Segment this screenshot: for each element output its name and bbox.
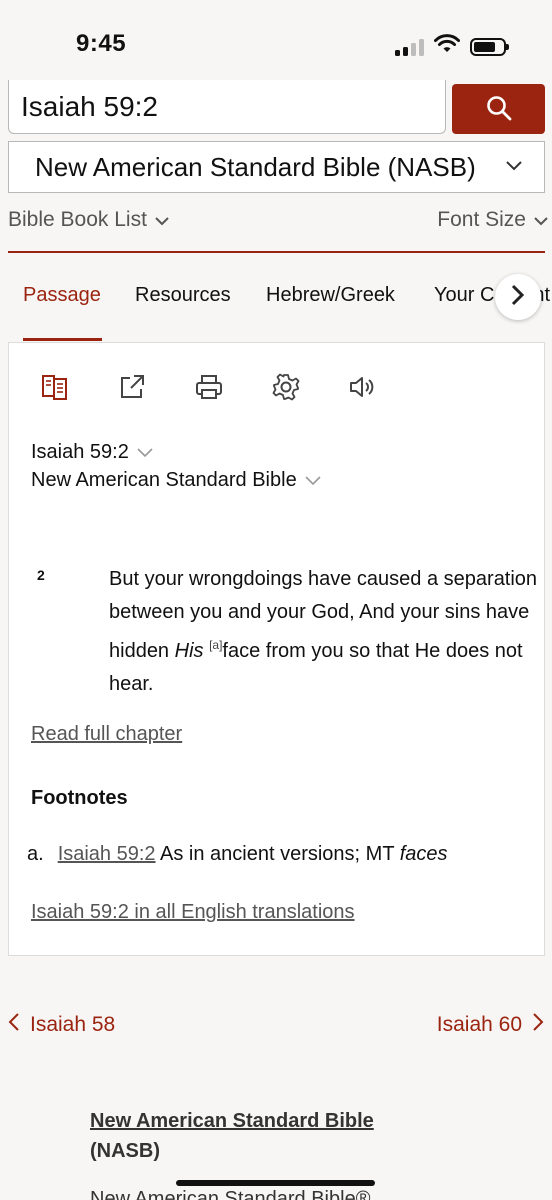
share-icon[interactable] <box>116 371 148 403</box>
toolbar-row: Bible Book List Font Size <box>8 204 548 236</box>
passage-reference: Isaiah 59:2 <box>31 441 129 463</box>
chevron-down-icon <box>305 469 321 492</box>
chevron-down-icon <box>155 208 169 232</box>
previous-chapter-label: Isaiah 58 <box>30 1013 116 1036</box>
passage-version: New American Standard Bible <box>31 469 297 491</box>
settings-icon[interactable] <box>270 371 302 403</box>
font-size-toggle[interactable]: Font Size <box>437 208 548 232</box>
footer-copyright: New American Standard Bible® <box>90 1188 371 1200</box>
chevron-down-icon <box>506 158 522 176</box>
battery-icon <box>470 37 509 56</box>
search-input[interactable] <box>8 80 446 134</box>
chevron-right-icon <box>532 1012 544 1038</box>
footer-version-abbr: (NASB) <box>90 1140 160 1162</box>
version-select[interactable]: New American Standard Bible (NASB) <box>8 141 545 193</box>
verse-text-italic: His <box>174 640 204 662</box>
search-icon <box>485 94 513 125</box>
passage-tools <box>39 371 379 403</box>
footnote-ref-link[interactable]: Isaiah 59:2 <box>58 843 156 865</box>
audio-icon[interactable] <box>347 371 379 403</box>
footer-version-link[interactable]: New American Standard Bible <box>90 1110 374 1133</box>
wifi-icon <box>434 34 460 59</box>
next-chapter-link[interactable]: Isaiah 60 <box>437 1012 544 1038</box>
home-indicator[interactable] <box>176 1180 375 1186</box>
footnote-item: a. Isaiah 59:2 As in ancient versions; M… <box>27 843 448 866</box>
status-time: 9:45 <box>76 30 127 57</box>
chevron-down-icon <box>534 208 548 232</box>
footnote-italic: faces <box>399 843 448 865</box>
footnote-letter: a. <box>27 843 44 865</box>
tab-passage[interactable]: Passage <box>23 284 101 307</box>
chevron-right-icon <box>511 284 525 311</box>
previous-chapter-link[interactable]: Isaiah 58 <box>8 1012 115 1038</box>
passage-card: Isaiah 59:2 New American Standard Bible … <box>8 342 545 956</box>
all-translations-link[interactable]: Isaiah 59:2 in all English translations <box>31 901 355 924</box>
active-tab-indicator <box>23 338 102 341</box>
next-chapter-label: Isaiah 60 <box>436 1013 522 1036</box>
chevron-left-icon <box>8 1012 20 1038</box>
verse-number: 2 <box>37 567 45 583</box>
version-select-label: New American Standard Bible (NASB) <box>35 151 476 182</box>
search-button[interactable] <box>452 84 545 134</box>
divider <box>8 251 545 253</box>
verse-text: But your wrongdoings have caused a separ… <box>109 563 539 701</box>
tab-bar: Passage Resources Hebrew/Greek Your Cont… <box>0 270 552 342</box>
footnotes-heading: Footnotes <box>31 787 128 809</box>
version-selector[interactable]: New American Standard Bible <box>31 469 321 492</box>
status-bar: 9:45 <box>0 0 552 86</box>
reference-selector[interactable]: Isaiah 59:2 <box>31 441 153 464</box>
print-icon[interactable] <box>193 371 225 403</box>
bible-book-list-toggle[interactable]: Bible Book List <box>8 208 169 232</box>
tab-resources[interactable]: Resources <box>135 284 231 307</box>
bible-book-list-label: Bible Book List <box>8 208 147 231</box>
footnote-marker-link[interactable]: [a] <box>209 638 222 652</box>
chevron-down-icon <box>137 441 153 464</box>
cellular-signal-icon <box>395 38 424 56</box>
status-icons <box>395 34 509 59</box>
parallel-icon[interactable] <box>39 371 71 403</box>
tab-hebrew-greek[interactable]: Hebrew/Greek <box>266 284 395 307</box>
read-full-chapter-link[interactable]: Read full chapter <box>31 723 182 746</box>
footnote-text: As in ancient versions; MT <box>160 843 400 865</box>
tabs-scroll-right-button[interactable] <box>495 274 541 320</box>
font-size-label: Font Size <box>437 208 526 231</box>
footnote-body: Isaiah 59:2 As in ancient versions; MT f… <box>58 843 448 866</box>
